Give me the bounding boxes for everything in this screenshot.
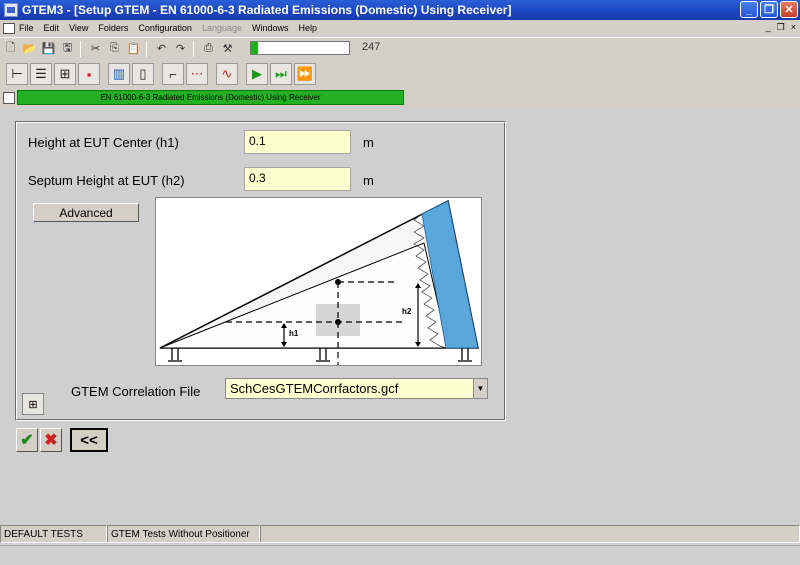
- h2-diagram-label: h2: [402, 307, 412, 316]
- progress-fill: [251, 42, 258, 54]
- minimize-icon: _: [745, 3, 753, 16]
- undo-icon[interactable]: ↶: [153, 41, 170, 57]
- print-icon[interactable]: ⎙: [200, 41, 217, 57]
- title-bar: GTEM3 - [Setup GTEM - EN 61000-6-3 Radia…: [0, 0, 800, 20]
- advanced-button[interactable]: Advanced: [33, 203, 139, 222]
- h1-input[interactable]: 0.1: [244, 130, 351, 154]
- h2-input[interactable]: 0.3: [244, 167, 351, 191]
- minimize-button[interactable]: _: [740, 1, 758, 18]
- system-menu-icon[interactable]: [3, 22, 15, 34]
- run-all-icon[interactable]: ⏩: [294, 63, 316, 85]
- menu-bar: File Edit View Folders Configuration Lan…: [0, 20, 800, 36]
- menu-view[interactable]: View: [69, 23, 88, 33]
- mdi-close-button[interactable]: ×: [791, 22, 796, 33]
- correlation-file-select[interactable]: SchCesGTEMCorrfactors.gcf ▼: [225, 378, 488, 399]
- test-name-bar: EN 61000-6-3 Radiated Emissions (Domesti…: [17, 90, 404, 105]
- redo-icon[interactable]: ↷: [172, 41, 189, 57]
- h2-unit: m: [363, 173, 374, 188]
- list-icon[interactable]: ☰: [30, 63, 52, 85]
- flow-icon[interactable]: ▪: [78, 63, 100, 85]
- hierarchy-icon[interactable]: ⊢: [6, 63, 28, 85]
- step-icon[interactable]: ⌐: [162, 63, 184, 85]
- spectrum-icon[interactable]: ▥: [108, 63, 130, 85]
- paste-icon[interactable]: 📋: [125, 41, 142, 57]
- progress-bar: [250, 41, 350, 55]
- tools-icon[interactable]: ⚒: [219, 41, 236, 57]
- h1-label: Height at EUT Center (h1): [28, 135, 179, 150]
- waveform-icon[interactable]: ∿: [216, 63, 238, 85]
- status-test-mode: GTEM Tests Without Positioner: [107, 525, 260, 543]
- ok-button[interactable]: ✔: [16, 428, 38, 452]
- back-button[interactable]: <<: [70, 428, 108, 452]
- document-icon: [3, 92, 15, 104]
- restore-icon: ❐: [764, 4, 774, 16]
- test-toolbar: ⊢ ☰ ⊞ ▪ ▥ ▯ ⌐ ⋯ ∿ ▶ ⏭ ⏩: [0, 60, 800, 88]
- file-settings-icon[interactable]: ⊞: [22, 393, 44, 415]
- standard-toolbar: 🗋 📂 💾 🖫 ✂ ⎘ 📋 ↶ ↷ ⎙ ⚒ 247: [0, 37, 800, 59]
- mdi-minimize-button[interactable]: _: [766, 22, 771, 33]
- correlation-file-label: GTEM Correlation File: [71, 384, 201, 399]
- eut-center-point: [335, 319, 341, 325]
- run-icon[interactable]: ▶: [246, 63, 268, 85]
- toolbar-separator: [146, 40, 147, 57]
- correlation-file-value: SchCesGTEMCorrfactors.gcf: [230, 381, 399, 396]
- progress-counter: 247: [362, 41, 381, 53]
- cancel-button[interactable]: ✖: [40, 428, 62, 452]
- checkmark-icon: ✔: [20, 432, 34, 449]
- copy-icon[interactable]: ⎘: [106, 41, 123, 57]
- menu-configuration[interactable]: Configuration: [138, 23, 192, 33]
- gtem-cell-drawing: h1 h2: [159, 199, 479, 366]
- bottom-status-strip: [0, 545, 800, 565]
- toolbar-separator: [193, 40, 194, 57]
- menu-folders[interactable]: Folders: [98, 23, 128, 33]
- document-bar: EN 61000-6-3 Radiated Emissions (Domesti…: [0, 89, 800, 107]
- menu-windows[interactable]: Windows: [252, 23, 289, 33]
- close-icon: ✕: [784, 4, 794, 16]
- chevron-down-icon[interactable]: ▼: [473, 379, 487, 398]
- septum-point: [335, 279, 341, 285]
- new-icon[interactable]: 🗋: [2, 41, 19, 57]
- gtem-legs: [168, 348, 472, 362]
- restore-button[interactable]: ❐: [760, 1, 778, 18]
- save-icon[interactable]: 💾: [40, 41, 57, 57]
- tree-icon[interactable]: ⊞: [54, 63, 76, 85]
- h1-diagram-label: h1: [289, 329, 299, 338]
- dots-icon[interactable]: ⋯: [186, 63, 208, 85]
- app-icon: [4, 3, 18, 17]
- h2-label: Septum Height at EUT (h2): [28, 173, 185, 188]
- run-step-icon[interactable]: ⏭: [270, 63, 292, 85]
- menu-language[interactable]: Language: [202, 23, 242, 33]
- x-icon: ✖: [44, 432, 58, 449]
- open-icon[interactable]: 📂: [21, 41, 38, 57]
- menu-help[interactable]: Help: [299, 23, 318, 33]
- toolbar-separator: [80, 40, 81, 57]
- save-all-icon[interactable]: 🖫: [59, 41, 76, 57]
- cut-icon[interactable]: ✂: [87, 41, 104, 57]
- gtem-diagram: h1 h2: [155, 197, 482, 366]
- mdi-restore-button[interactable]: ❐: [777, 22, 785, 33]
- h1-unit: m: [363, 135, 374, 150]
- status-bar: DEFAULT TESTS GTEM Tests Without Positio…: [0, 525, 800, 543]
- close-button[interactable]: ✕: [780, 1, 798, 18]
- gtem-septum: [159, 242, 449, 349]
- menu-file[interactable]: File: [19, 23, 34, 33]
- status-test-set: DEFAULT TESTS: [0, 525, 107, 543]
- window-title: GTEM3 - [Setup GTEM - EN 61000-6-3 Radia…: [22, 3, 512, 17]
- status-empty: [260, 525, 800, 543]
- menu-edit[interactable]: Edit: [44, 23, 60, 33]
- device-icon[interactable]: ▯: [132, 63, 154, 85]
